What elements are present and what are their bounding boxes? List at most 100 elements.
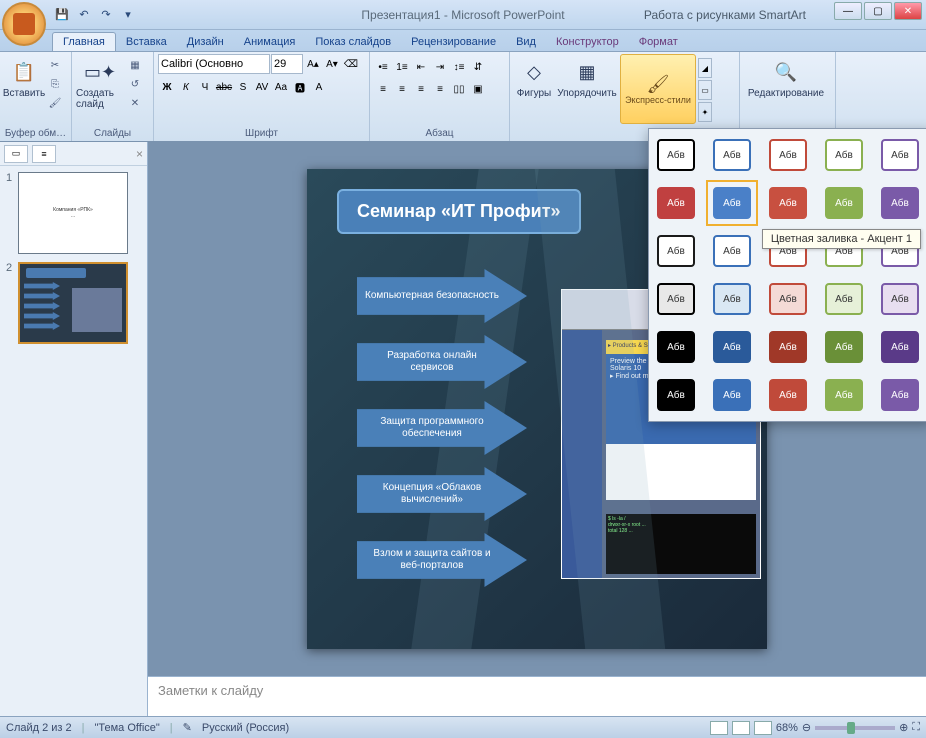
style-swatch-24[interactable]: Абв [877,327,923,367]
style-swatch-23[interactable]: Абв [821,327,867,367]
normal-view-button[interactable] [710,721,728,735]
undo-icon[interactable]: ↶ [74,5,94,25]
style-swatch-16[interactable]: Абв [709,279,755,319]
redo-icon[interactable]: ↷ [96,5,116,25]
new-slide-button[interactable]: ▭✦ Создать слайд [76,54,124,122]
style-swatch-15[interactable]: Абв [653,279,699,319]
style-swatch-6[interactable]: Абв [709,183,755,223]
tab-home[interactable]: Главная [52,32,116,51]
style-swatch-5[interactable]: Абв [653,183,699,223]
smartart-arrow-2[interactable]: Защита программного обеспечения [357,401,527,455]
format-btn-6[interactable]: Aa [272,78,290,96]
style-swatch-28[interactable]: Абв [821,375,867,415]
tab-design[interactable]: Дизайн [177,33,234,51]
tab-insert[interactable]: Вставка [116,33,177,51]
spellcheck-icon[interactable]: ✎ [183,721,192,734]
tab-format[interactable]: Формат [629,33,688,51]
editing-button[interactable]: 🔍 Редактирование [744,54,828,122]
smartart-arrow-4[interactable]: Взлом и защита сайтов и веб-порталов [357,533,527,587]
panel-close-icon[interactable]: × [136,147,143,161]
style-swatch-17[interactable]: Абв [765,279,811,319]
shapes-button[interactable]: ◇ Фигуры [514,54,554,122]
zoom-slider[interactable] [815,726,895,730]
shape-effects-icon[interactable]: ✦ [698,102,712,122]
layout-icon[interactable]: ▦ [126,56,144,74]
close-button[interactable]: ✕ [894,2,922,20]
tab-constructor[interactable]: Конструктор [546,33,629,51]
copy-icon[interactable]: ⎘ [46,75,64,93]
format-btn-3[interactable]: abc [215,78,233,96]
bullets-icon[interactable]: •≡ [374,58,392,76]
style-swatch-18[interactable]: Абв [821,279,867,319]
style-swatch-20[interactable]: Абв [653,327,699,367]
format-btn-4[interactable]: S [234,78,252,96]
smartart-arrow-0[interactable]: Компьютерная безопасность [357,269,527,323]
slideshow-view-button[interactable] [754,721,772,735]
delete-slide-icon[interactable]: ✕ [126,94,144,112]
office-button[interactable] [2,2,46,46]
format-painter-icon[interactable]: 🖌 [46,94,64,112]
save-icon[interactable]: 💾 [52,5,72,25]
notes-pane[interactable]: Заметки к слайду [148,676,926,716]
style-swatch-29[interactable]: Абв [877,375,923,415]
style-swatch-9[interactable]: Абв [877,183,923,223]
zoom-in-button[interactable]: ⊕ [899,721,908,734]
shape-fill-icon[interactable]: ◢ [698,58,712,78]
style-swatch-7[interactable]: Абв [765,183,811,223]
tab-view[interactable]: Вид [506,33,546,51]
style-swatch-3[interactable]: Абв [821,135,867,175]
style-swatch-27[interactable]: Абв [765,375,811,415]
smartart-diagram[interactable]: Компьютерная безопасность Разработка онла… [357,269,527,599]
slide-title-box[interactable]: Семинар «ИТ Профит» [337,189,581,234]
format-btn-0[interactable]: Ж [158,78,176,96]
shape-outline-icon[interactable]: ▭ [698,80,712,100]
style-swatch-8[interactable]: Абв [821,183,867,223]
express-styles-button[interactable]: 🖌 Экспресс-стили [620,54,696,124]
style-swatch-22[interactable]: Абв [765,327,811,367]
style-swatch-4[interactable]: Абв [877,135,923,175]
grow-font-icon[interactable]: A▴ [304,55,322,73]
smartart-arrow-1[interactable]: Разработка онлайн сервисов [357,335,527,389]
style-swatch-0[interactable]: Абв [653,135,699,175]
outline-tab-icon[interactable]: ≡ [32,145,56,163]
font-color-icon[interactable]: A [310,78,328,96]
format-btn-2[interactable]: Ч [196,78,214,96]
thumb-1[interactable]: 1 Компания «РПК» … [6,172,141,254]
format-btn-5[interactable]: AV [253,78,271,96]
font-name-select[interactable] [158,54,270,74]
style-swatch-11[interactable]: Абв [709,231,755,271]
qat-more-icon[interactable]: ▾ [118,5,138,25]
slides-tab-icon[interactable]: ▭ [4,145,28,163]
fit-window-button[interactable]: ⛶ [912,721,920,734]
status-lang[interactable]: Русский (Россия) [202,722,289,734]
style-swatch-25[interactable]: Абв [653,375,699,415]
clear-format-icon[interactable]: ⌫ [342,55,360,73]
line-spacing-icon[interactable]: ↕≡ [450,58,468,76]
align-right-icon[interactable]: ≡ [412,80,430,98]
smartart-arrow-3[interactable]: Концепция «Облаков вычислений» [357,467,527,521]
tab-animation[interactable]: Анимация [234,33,306,51]
paste-button[interactable]: 📋 Вставить [4,54,44,122]
align-center-icon[interactable]: ≡ [393,80,411,98]
font-size-select[interactable] [271,54,303,74]
style-swatch-2[interactable]: Абв [765,135,811,175]
reset-icon[interactable]: ↺ [126,75,144,93]
style-swatch-26[interactable]: Абв [709,375,755,415]
tab-slideshow[interactable]: Показ слайдов [305,33,401,51]
columns-icon[interactable]: ▯▯ [450,80,468,98]
numbering-icon[interactable]: 1≡ [393,58,411,76]
style-swatch-21[interactable]: Абв [709,327,755,367]
text-direction-icon[interactable]: ⇵ [469,58,487,76]
indent-left-icon[interactable]: ⇤ [412,58,430,76]
convert-smartart-icon[interactable]: ▣ [469,80,487,98]
cut-icon[interactable]: ✂ [46,56,64,74]
style-swatch-19[interactable]: Абв [877,279,923,319]
arrange-button[interactable]: ▦ Упорядочить [556,54,618,122]
zoom-out-button[interactable]: ⊖ [802,721,811,734]
thumb-2[interactable]: 2 [6,262,141,344]
align-left-icon[interactable]: ≡ [374,80,392,98]
shrink-font-icon[interactable]: A▾ [323,55,341,73]
tab-review[interactable]: Рецензирование [401,33,506,51]
format-btn-1[interactable]: К [177,78,195,96]
highlight-icon[interactable]: 🅰 [291,78,309,96]
